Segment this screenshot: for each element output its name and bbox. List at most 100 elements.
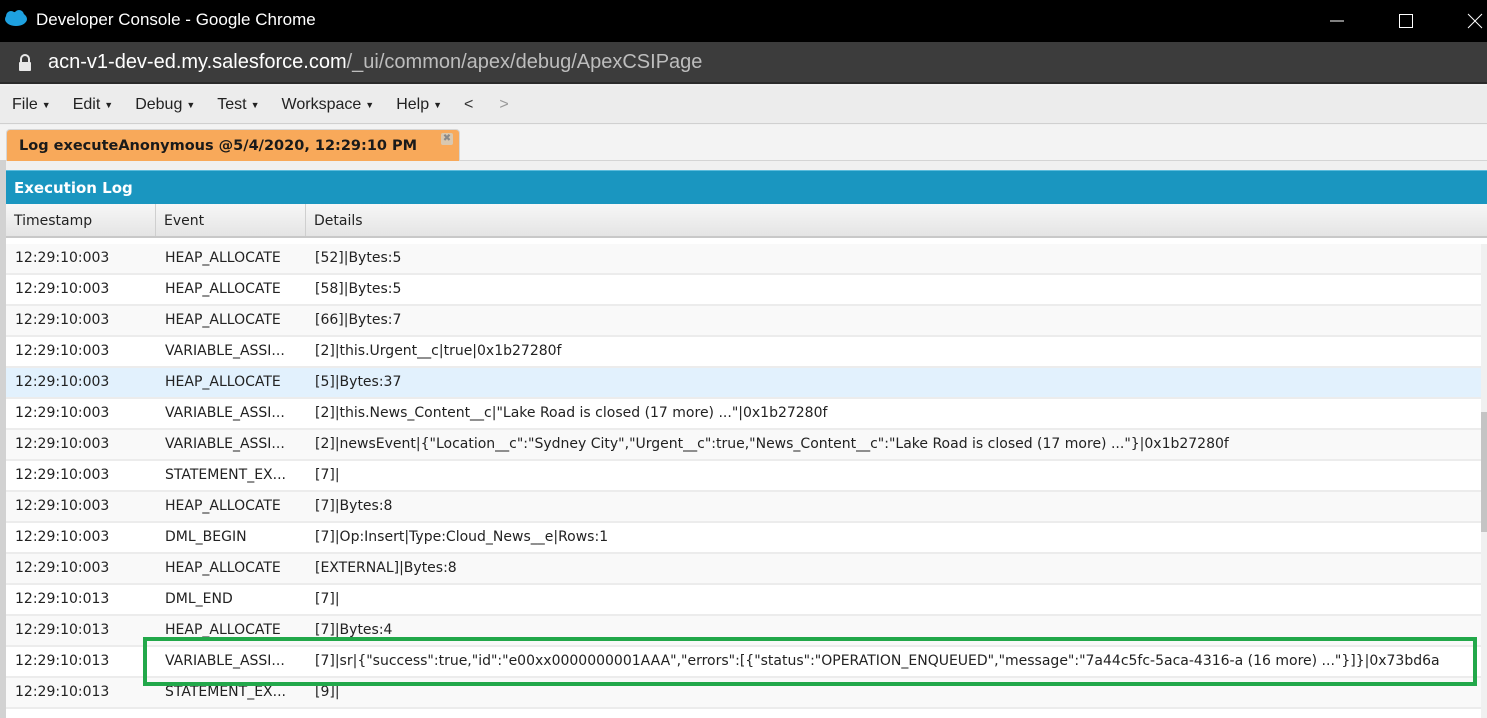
log-event: VARIABLE_ASSI... — [165, 653, 285, 669]
column-header-event[interactable]: Event — [156, 204, 306, 236]
log-row[interactable]: 12:29:10:003 VARIABLE_ASSI... [2]|this.Urg… — [6, 337, 1481, 368]
log-row[interactable]: 12:29:10:013 DML_END [7]| — [6, 585, 1481, 616]
log-rows: 12:29:10:003 HEAP_ALLOCATE [52]|Bytes:5 12:… — [6, 244, 1481, 718]
log-event: VARIABLE_ASSI... — [165, 436, 285, 452]
url-host: acn-v1-dev-ed.my.salesforce.com — [48, 51, 347, 73]
log-timestamp: 12:29:10:003 — [15, 343, 110, 359]
tab-log-execute-anonymous[interactable]: Log executeAnonymous @5/4/2020, 12:29:10… — [6, 129, 460, 161]
menu-workspace-label: Workspace — [281, 95, 362, 113]
log-event: DML_BEGIN — [165, 529, 247, 545]
log-timestamp: 12:29:10:003 — [15, 560, 110, 576]
menu-help[interactable]: Help ▼ — [396, 96, 442, 114]
menu-debug[interactable]: Debug ▼ — [135, 96, 195, 114]
vertical-scrollbar[interactable] — [1481, 244, 1487, 718]
log-details: [9]| — [315, 684, 340, 700]
menu-test-label: Test — [217, 95, 247, 113]
log-row[interactable]: 12:29:10:003 VARIABLE_ASSI... [2]|this.New… — [6, 399, 1481, 430]
log-timestamp: 12:29:10:003 — [15, 405, 110, 421]
log-event: HEAP_ALLOCATE — [165, 312, 281, 328]
address-bar[interactable]: acn-v1-dev-ed.my.salesforce.com/_ui/comm… — [0, 42, 1487, 84]
log-timestamp: 12:29:10:003 — [15, 498, 110, 514]
maximize-button[interactable] — [1383, 0, 1429, 42]
log-details: [52]|Bytes:5 — [315, 250, 402, 266]
log-details: [58]|Bytes:5 — [315, 281, 402, 297]
log-event: HEAP_ALLOCATE — [165, 622, 281, 638]
log-timestamp: 12:29:10:013 — [15, 591, 110, 607]
nav-forward-button[interactable]: > — [499, 96, 508, 114]
caret-down-icon: ▼ — [433, 99, 443, 110]
log-timestamp: 12:29:10:003 — [15, 374, 110, 390]
log-row[interactable]: 12:29:10:003 DML_BEGIN [7]|Op:Insert|Type:… — [6, 523, 1481, 554]
menu-test[interactable]: Test ▼ — [217, 96, 259, 114]
caret-down-icon: ▼ — [41, 99, 51, 110]
log-row[interactable]: 12:29:10:003 VARIABLE_ASSI... [2]|newsEven… — [6, 430, 1481, 461]
log-details: [7]|Op:Insert|Type:Cloud_News__e|Rows:1 — [315, 529, 609, 545]
scrollbar-thumb[interactable] — [1481, 412, 1487, 532]
log-row[interactable]: 12:29:10:003 HEAP_ALLOCATE [52]|Bytes:5 — [6, 244, 1481, 275]
execution-log-panel: Execution Log Timestamp Event Details 12… — [6, 170, 1487, 718]
menu-help-label: Help — [396, 95, 430, 113]
log-row[interactable]: 12:29:10:003 HEAP_ALLOCATE [58]|Bytes:5 — [6, 275, 1481, 306]
column-header-details[interactable]: Details — [306, 204, 1487, 236]
log-row[interactable]: 12:29:10:003 STATEMENT_EX... [7]| — [6, 461, 1481, 492]
log-details: [EXTERNAL]|Bytes:8 — [315, 560, 457, 576]
nav-back-button[interactable]: < — [464, 96, 473, 114]
window-title: Developer Console - Google Chrome — [36, 10, 316, 29]
log-row[interactable]: 12:29:10:003 HEAP_ALLOCATE [7]|Bytes:8 — [6, 492, 1481, 523]
log-details: [2]|newsEvent|{"Location__c":"Sydney Cit… — [315, 436, 1229, 452]
log-event: HEAP_ALLOCATE — [165, 374, 281, 390]
minimize-icon — [1330, 20, 1344, 22]
column-header-timestamp[interactable]: Timestamp — [6, 204, 156, 236]
menu-file-label: File — [12, 95, 38, 113]
salesforce-cloud-icon — [5, 10, 27, 26]
log-row[interactable]: 12:29:10:013 VARIABLE_ASSI... [7]|sr|{"suc… — [6, 647, 1481, 678]
log-event: HEAP_ALLOCATE — [165, 560, 281, 576]
log-timestamp: 12:29:10:003 — [15, 312, 110, 328]
menu-debug-label: Debug — [135, 95, 183, 113]
column-headers: Timestamp Event Details — [6, 204, 1487, 238]
log-event: HEAP_ALLOCATE — [165, 281, 281, 297]
tab-strip: Log executeAnonymous @5/4/2020, 12:29:10… — [0, 125, 1487, 161]
log-event: VARIABLE_ASSI... — [165, 343, 285, 359]
log-timestamp: 12:29:10:003 — [15, 467, 110, 483]
log-details: [5]|Bytes:37 — [315, 374, 402, 390]
window-titlebar: Developer Console - Google Chrome — [0, 0, 1487, 42]
log-timestamp: 12:29:10:003 — [15, 436, 110, 452]
log-event: HEAP_ALLOCATE — [165, 250, 281, 266]
tab-close-icon[interactable]: ✖ — [441, 133, 453, 145]
log-timestamp: 12:29:10:003 — [15, 250, 110, 266]
minimize-button[interactable] — [1314, 0, 1360, 42]
close-window-button[interactable] — [1452, 0, 1487, 42]
menu-file[interactable]: File ▼ — [12, 96, 51, 114]
log-details: [2]|this.News_Content__c|"Lake Road is c… — [315, 405, 828, 421]
log-event: HEAP_ALLOCATE — [165, 498, 281, 514]
log-timestamp: 12:29:10:003 — [15, 281, 110, 297]
log-details: [2]|this.Urgent__c|true|0x1b27280f — [315, 343, 562, 359]
log-details: [7]| — [315, 467, 340, 483]
log-row[interactable]: 12:29:10:013 STATEMENT_EX... [9]| — [6, 678, 1481, 709]
menu-edit[interactable]: Edit ▼ — [73, 96, 114, 114]
caret-down-icon: ▼ — [365, 99, 375, 110]
log-details: [66]|Bytes:7 — [315, 312, 402, 328]
maximize-icon — [1399, 14, 1413, 28]
caret-down-icon: ▼ — [250, 99, 260, 110]
log-details: [7]| — [315, 591, 340, 607]
log-details: [7]|sr|{"success":true,"id":"e00xx000000… — [315, 653, 1440, 669]
url-path: /_ui/common/apex/debug/ApexCSIPage — [346, 51, 703, 73]
log-row[interactable]: 12:29:10:013 HEAP_ALLOCATE [7]|Bytes:4 — [6, 616, 1481, 647]
log-row[interactable]: 12:29:10:003 HEAP_ALLOCATE [5]|Bytes:37 — [6, 368, 1481, 399]
tab-label: Log executeAnonymous @5/4/2020, 12:29:10… — [19, 137, 418, 154]
lock-icon — [19, 54, 31, 71]
caret-down-icon: ▼ — [104, 99, 114, 110]
menu-workspace[interactable]: Workspace ▼ — [282, 96, 375, 114]
log-timestamp: 12:29:10:013 — [15, 684, 110, 700]
log-event: STATEMENT_EX... — [165, 684, 286, 700]
log-row[interactable]: 12:29:10:003 HEAP_ALLOCATE [EXTERNAL]|Byte… — [6, 554, 1481, 585]
log-timestamp: 12:29:10:013 — [15, 622, 110, 638]
menu-bar: File ▼ Edit ▼ Debug ▼ Test ▼ Workspace ▼ Help… — [0, 86, 1487, 124]
url-text[interactable]: acn-v1-dev-ed.my.salesforce.com/_ui/comm… — [48, 51, 702, 74]
caret-down-icon: ▼ — [186, 99, 196, 110]
log-row[interactable]: 12:29:10:003 HEAP_ALLOCATE [66]|Bytes:7 — [6, 306, 1481, 337]
panel-title: Execution Log — [6, 170, 1487, 204]
log-timestamp: 12:29:10:013 — [15, 653, 110, 669]
